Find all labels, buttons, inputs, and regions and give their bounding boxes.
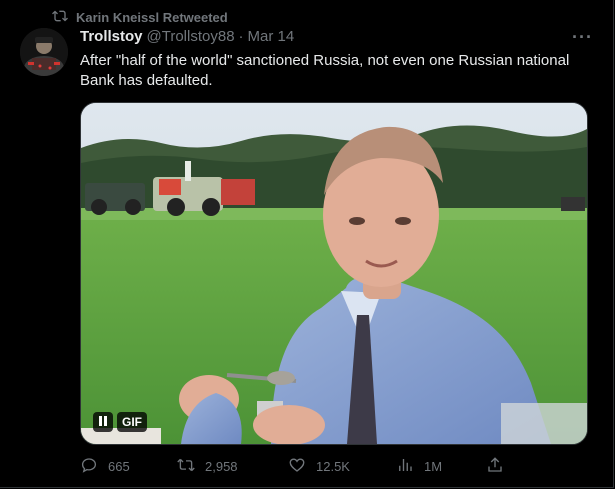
tweet-text: After "half of the world" sanctioned Rus… [80,52,570,89]
retweet-banner: Karin Kneissl Retweeted [52,8,228,26]
gif-frame-image [81,103,587,444]
reply-icon [80,456,98,477]
retweet-icon [177,456,195,477]
tweet-container[interactable]: Karin Kneissl Retweeted Trollstoy @Troll… [0,0,614,488]
retweet-count: 2,958 [205,458,238,474]
like-icon [288,456,306,477]
avatar[interactable] [20,28,68,76]
like-count: 12.5K [316,458,350,474]
gif-badges: GIF [93,412,147,432]
more-options-button[interactable]: ··· [572,27,593,48]
tweet-date[interactable]: Mar 14 [248,28,295,45]
retweet-banner-text[interactable]: Karin Kneissl Retweeted [76,10,228,25]
like-button[interactable]: 12.5K [288,456,350,477]
pause-icon [98,415,108,429]
gif-badge: GIF [117,412,147,432]
views-button[interactable]: 1M [396,456,442,477]
share-button[interactable] [486,456,504,477]
action-bar: 665 2,958 12.5K 1M [80,456,520,476]
view-count: 1M [424,458,443,474]
views-icon [396,456,414,477]
retweet-icon [52,8,68,27]
retweet-button[interactable]: 2,958 [177,456,238,477]
reply-count: 665 [108,458,130,474]
separator: · [238,28,244,45]
gif-media[interactable]: GIF [80,102,588,445]
share-icon [486,456,504,477]
reply-button[interactable]: 665 [80,456,130,477]
tweet-header: Trollstoy @Trollstoy88 · Mar 14 [80,28,294,45]
pause-button[interactable] [93,412,113,432]
author-name[interactable]: Trollstoy [80,28,143,45]
author-handle[interactable]: @Trollstoy88 [147,28,235,45]
